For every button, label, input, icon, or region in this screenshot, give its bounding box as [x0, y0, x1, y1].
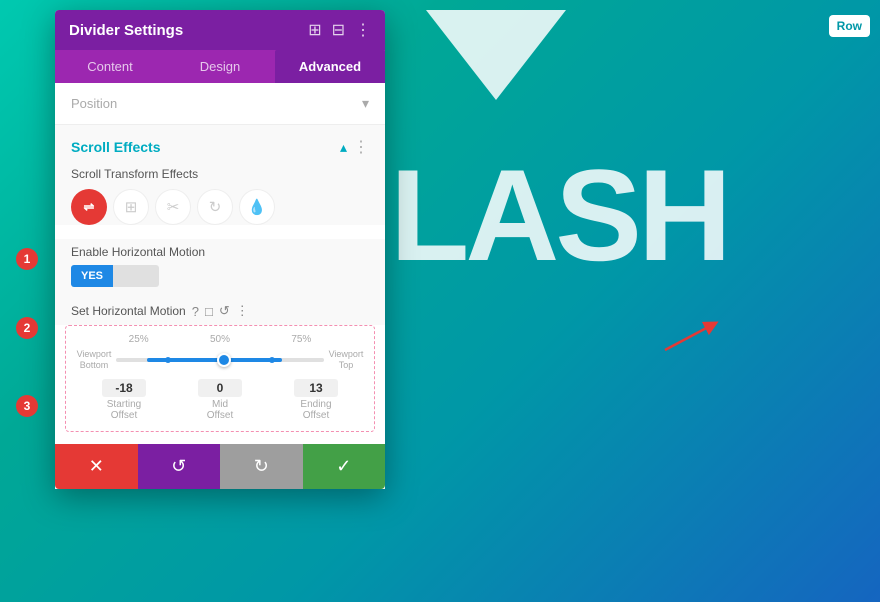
- enable-horizontal-label: Enable Horizontal Motion: [71, 245, 369, 259]
- enable-horizontal-row: Enable Horizontal Motion YES: [55, 239, 385, 297]
- step-2-circle: 2: [16, 317, 38, 339]
- motion-header: Set Horizontal Motion ? □ ↺ ⋮: [55, 297, 385, 325]
- cancel-button[interactable]: ✕: [55, 444, 138, 489]
- mid-offset-label: MidOffset: [198, 399, 242, 421]
- step-1-circle: 1: [16, 248, 38, 270]
- offset-values-row: StartingOffset MidOffset EndingOffset: [76, 379, 364, 421]
- undo-button[interactable]: ↺: [138, 444, 221, 489]
- mid-offset-item: MidOffset: [198, 379, 242, 421]
- slider-track-row: Viewport Bottom Viewport Top: [76, 349, 364, 371]
- viewport-bottom-label: Viewport Bottom: [76, 349, 112, 371]
- panel-icon-dots[interactable]: ⋮: [355, 20, 371, 40]
- effect-icons-row: ⇌ ⊞ ✂ ↻ 💧: [71, 189, 369, 225]
- effect-btn-horizontal[interactable]: ⇌: [71, 189, 107, 225]
- panel-title: Divider Settings: [69, 22, 183, 39]
- tab-design[interactable]: Design: [165, 50, 275, 83]
- panel-icon-columns[interactable]: ⊞: [308, 20, 321, 40]
- slider-tick-75: [269, 357, 275, 363]
- motion-device-icon[interactable]: □: [205, 304, 213, 319]
- toggle-row: YES: [71, 265, 369, 287]
- save-button[interactable]: ✓: [303, 444, 386, 489]
- starting-offset-input[interactable]: [102, 379, 146, 397]
- panel-body: Position ▾ Scroll Effects ▴ ⋮ Scroll Tra…: [55, 83, 385, 444]
- step-3-circle: 3: [16, 395, 38, 417]
- section-header-right: ▴ ⋮: [340, 137, 369, 157]
- transform-effects-label: Scroll Transform Effects: [71, 167, 369, 181]
- position-label: Position: [71, 96, 117, 111]
- arrow-indicator: [660, 320, 720, 360]
- motion-help-icon[interactable]: ?: [192, 304, 199, 319]
- pct-label-50: 50%: [210, 334, 230, 345]
- ending-offset-input[interactable]: [294, 379, 338, 397]
- pct-label-75: 75%: [291, 334, 311, 345]
- starting-offset-item: StartingOffset: [102, 379, 146, 421]
- starting-offset-label: StartingOffset: [102, 399, 146, 421]
- toggle-yes-btn[interactable]: YES: [71, 265, 113, 287]
- position-chevron-icon: ▾: [362, 95, 369, 112]
- scroll-effects-section: Scroll Effects ▴ ⋮ Scroll Transform Effe…: [55, 125, 385, 225]
- slider-area: 25% 50% 75% Viewport Bottom Viewport Top: [65, 325, 375, 432]
- section-title: Scroll Effects: [71, 139, 160, 155]
- panel-footer: ✕ ↺ ↻ ✓: [55, 444, 385, 489]
- slider-track[interactable]: [116, 358, 324, 362]
- ending-offset-item: EndingOffset: [294, 379, 338, 421]
- motion-reset-icon[interactable]: ↺: [219, 303, 230, 319]
- panel-tabs: Content Design Advanced: [55, 50, 385, 83]
- row-badge: Row: [829, 15, 870, 37]
- slider-thumb[interactable]: [217, 353, 231, 367]
- panel-header: Divider Settings ⊞ ⊟ ⋮: [55, 10, 385, 50]
- section-options-icon[interactable]: ⋮: [353, 137, 369, 157]
- ending-offset-label: EndingOffset: [294, 399, 338, 421]
- viewport-top-label: Viewport Top: [328, 349, 364, 371]
- position-row[interactable]: Position ▾: [55, 83, 385, 125]
- triangle-shape: [426, 10, 566, 100]
- bg-text: LASH: [390, 140, 728, 290]
- slider-pct-labels: 25% 50% 75%: [76, 334, 364, 345]
- mid-offset-input[interactable]: [198, 379, 242, 397]
- redo-button[interactable]: ↻: [220, 444, 303, 489]
- effect-btn-rotate[interactable]: ↻: [197, 189, 233, 225]
- slider-tick-25: [165, 357, 171, 363]
- divider-settings-panel: Divider Settings ⊞ ⊟ ⋮ Content Design Ad…: [55, 10, 385, 489]
- toggle-no-btn[interactable]: [113, 265, 159, 287]
- section-collapse-icon[interactable]: ▴: [340, 139, 347, 156]
- pct-label-25: 25%: [129, 334, 149, 345]
- panel-icon-grid[interactable]: ⊟: [332, 20, 345, 40]
- effect-btn-blur[interactable]: 💧: [239, 189, 275, 225]
- effect-btn-fade[interactable]: ✂: [155, 189, 191, 225]
- section-header: Scroll Effects ▴ ⋮: [71, 137, 369, 157]
- tab-content[interactable]: Content: [55, 50, 165, 83]
- tab-advanced[interactable]: Advanced: [275, 50, 385, 83]
- panel-header-icons: ⊞ ⊟ ⋮: [308, 20, 371, 40]
- effect-btn-vertical[interactable]: ⊞: [113, 189, 149, 225]
- motion-more-icon[interactable]: ⋮: [236, 303, 249, 319]
- motion-label: Set Horizontal Motion: [71, 304, 186, 318]
